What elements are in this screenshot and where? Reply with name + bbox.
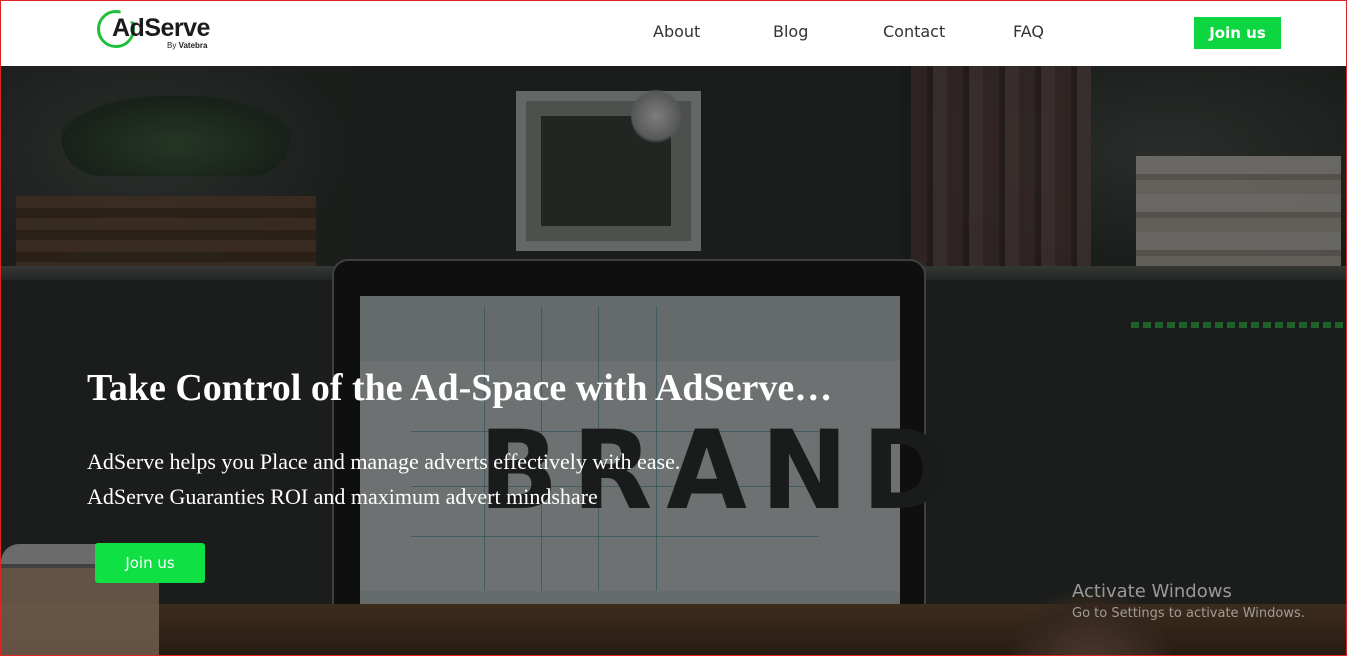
hero-description-line-1: AdServe helps you Place and manage adver…	[87, 449, 681, 474]
logo-wordmark: AdServe	[112, 14, 210, 42]
windows-activation-title: Activate Windows	[1072, 581, 1232, 602]
hero-description-line-2: AdServe Guaranties ROI and maximum adver…	[87, 484, 598, 509]
nav-link-about[interactable]: About	[653, 22, 700, 41]
hero-section: BRAND Take Control of the Ad-Space with …	[1, 66, 1346, 655]
nav-link-faq[interactable]: FAQ	[1013, 22, 1044, 41]
nav-link-blog[interactable]: Blog	[773, 22, 808, 41]
site-navbar: AdServe By Vatebra About Blog Contact FA…	[1, 1, 1346, 66]
windows-activation-subtitle: Go to Settings to activate Windows.	[1072, 606, 1305, 621]
adserve-logo[interactable]: AdServe By Vatebra	[97, 9, 222, 55]
nav-join-button[interactable]: Join us	[1194, 17, 1281, 49]
logo-by-name: Vatebra	[178, 41, 208, 50]
nav-link-contact[interactable]: Contact	[883, 22, 945, 41]
browser-viewport: AdServe By Vatebra About Blog Contact FA…	[0, 0, 1347, 656]
logo-byline: By Vatebra	[167, 41, 207, 50]
logo-by-prefix: By	[167, 41, 177, 50]
hero-join-button[interactable]: Join us	[95, 543, 205, 583]
hero-title: Take Control of the Ad-Space with AdServ…	[87, 367, 833, 409]
